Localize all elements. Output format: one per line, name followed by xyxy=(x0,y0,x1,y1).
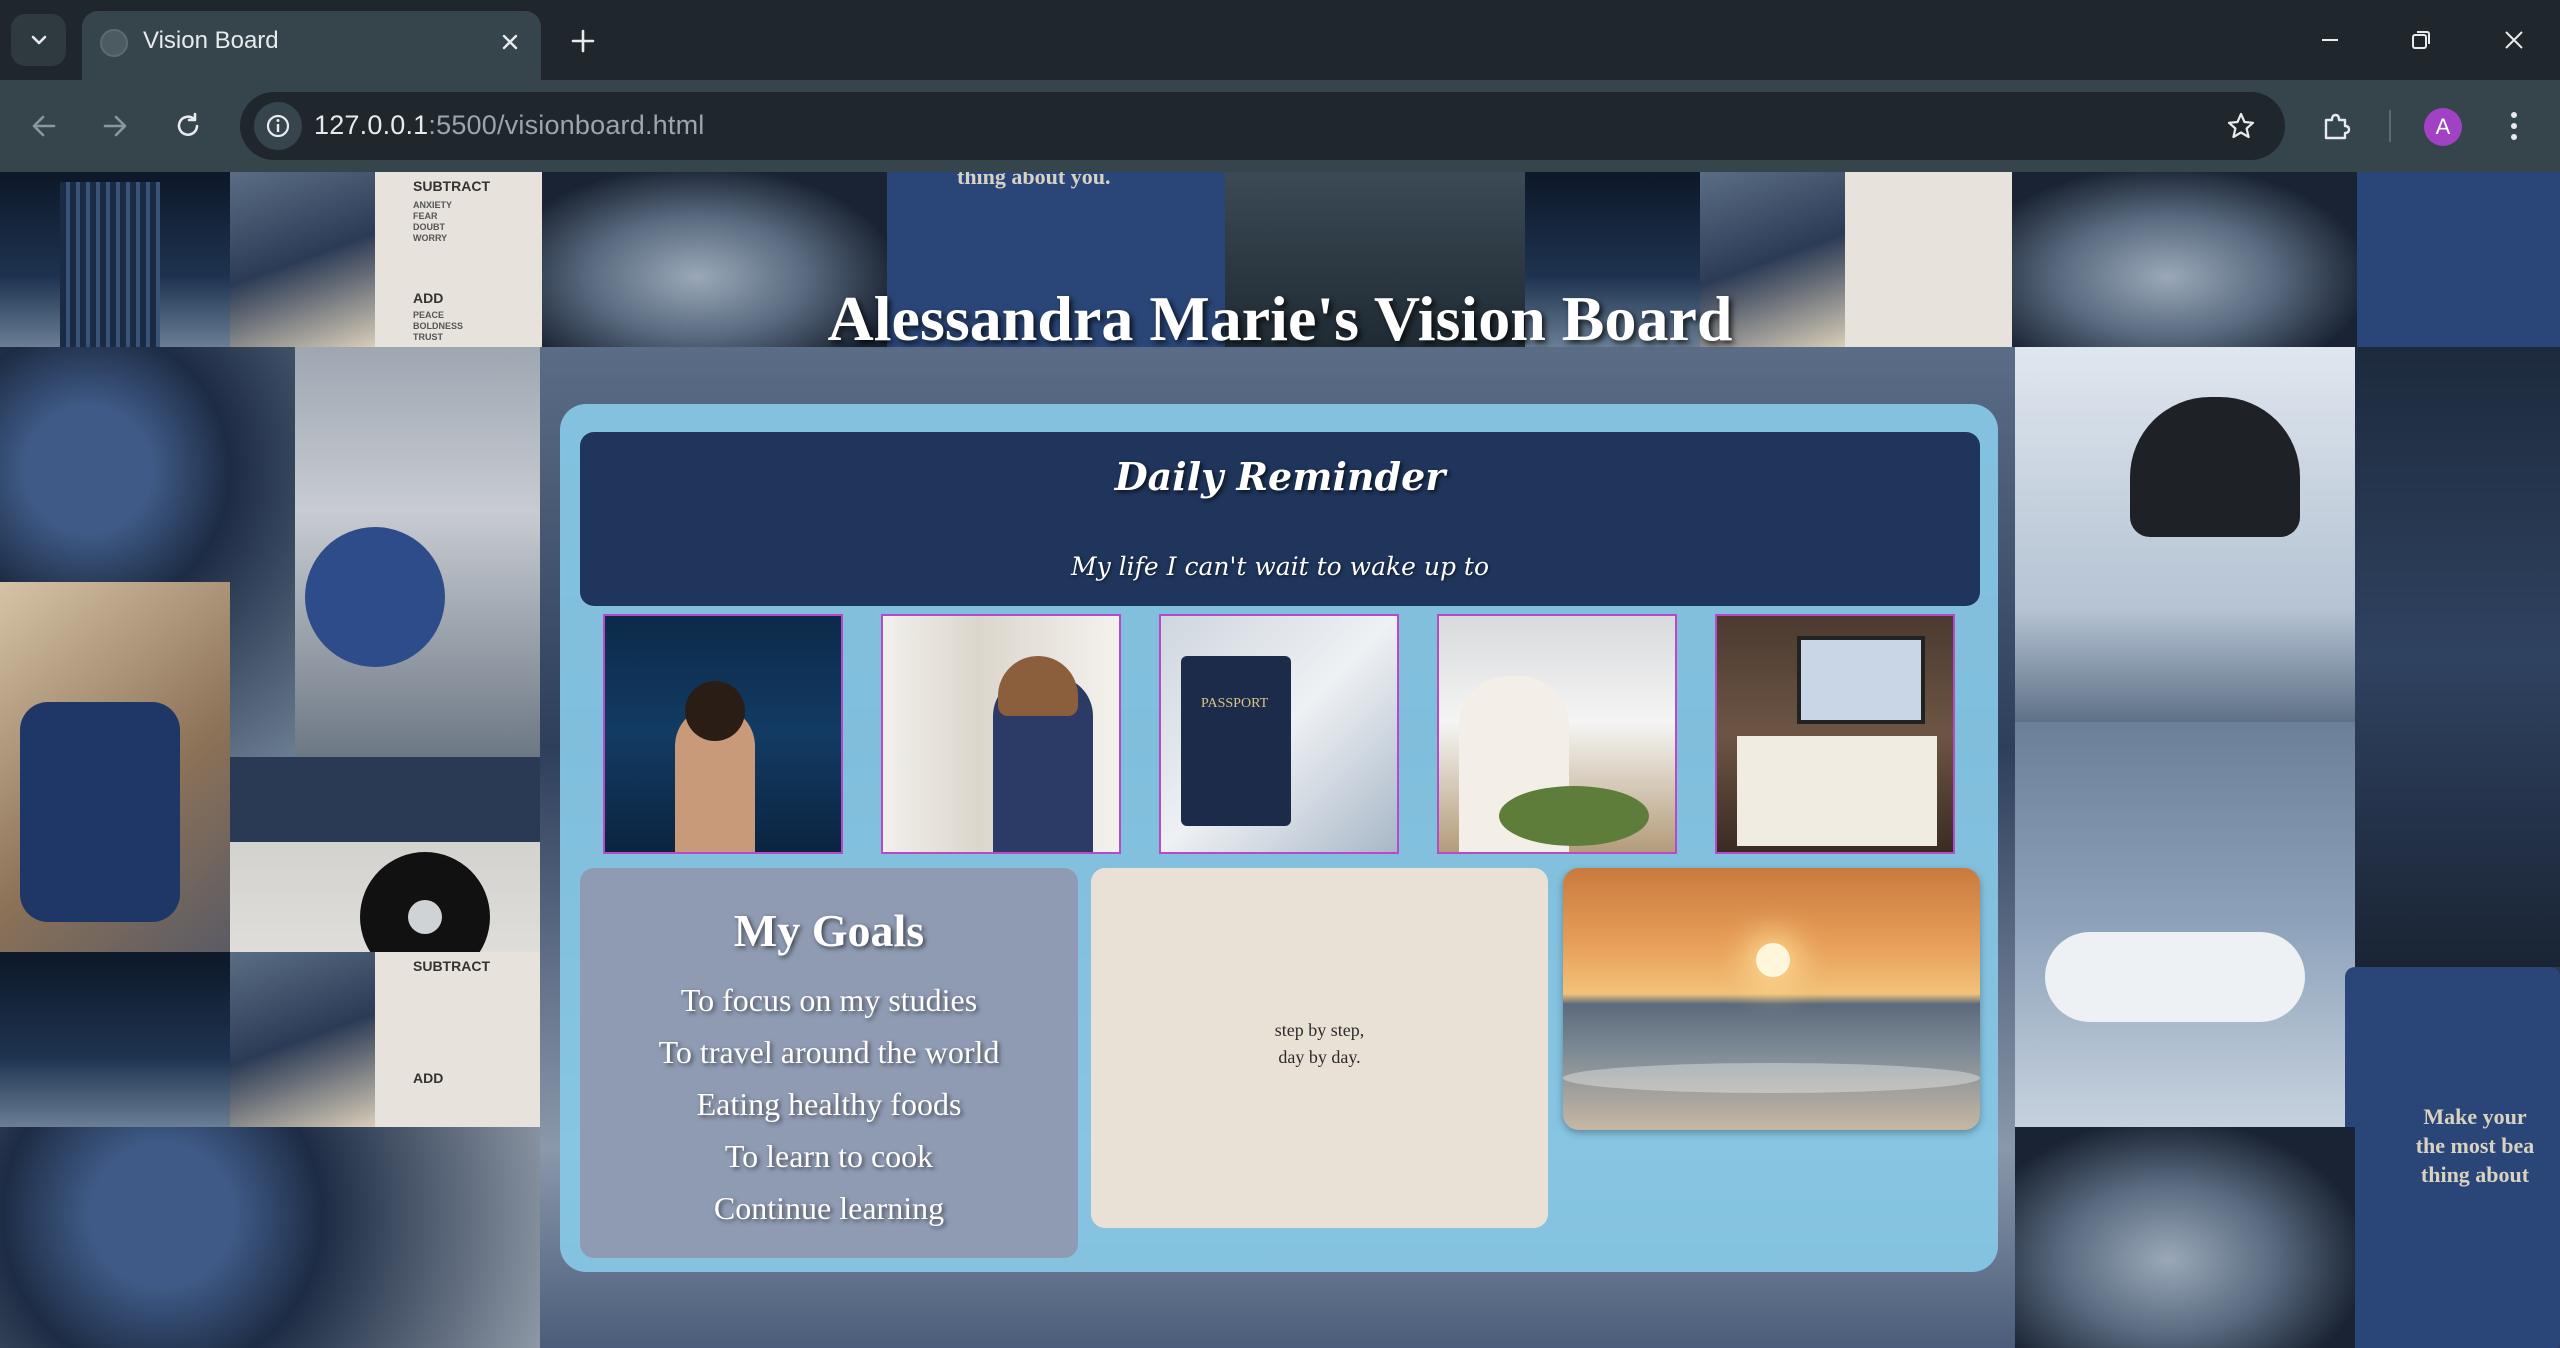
url-text[interactable]: 127.0.0.1:5500/visionboard.html xyxy=(314,110,704,141)
poster-subtract-text: SUBTRACT xyxy=(413,178,490,194)
tab-vision-board[interactable]: Vision Board xyxy=(82,11,541,80)
quote-line-1: step by step, xyxy=(1274,1020,1365,1040)
passport-travel-photo: PASSPORT xyxy=(1159,614,1399,854)
reload-icon xyxy=(177,112,199,136)
browser-toolbar: 127.0.0.1:5500/visionboard.html A xyxy=(0,80,2560,172)
cooking-photo xyxy=(1437,614,1677,854)
poster-subtract-list: ANXIETY FEAR DOUBT WORRY xyxy=(413,200,453,243)
restore-button[interactable] xyxy=(2391,14,2451,66)
sunset-beach-photo xyxy=(1563,868,1980,1130)
bookmark-button[interactable] xyxy=(2221,106,2261,146)
studying-photo xyxy=(1715,614,1955,854)
storefront-image xyxy=(2355,347,2560,967)
reading-by-the-sea-photo xyxy=(603,614,843,854)
plus-icon xyxy=(571,29,595,53)
arrow-left-icon xyxy=(32,115,56,137)
globe-icon xyxy=(100,29,128,57)
browser-tab-strip: Vision Board xyxy=(0,0,2560,80)
graduation-photo xyxy=(881,614,1121,854)
poster-quote-fragment: thing about you. xyxy=(957,172,1111,189)
goal-item: Continue learning xyxy=(713,1190,945,1226)
info-icon xyxy=(266,114,290,138)
page-viewport: SUBTRACT ANXIETY FEAR DOUBT WORRY ADD PE… xyxy=(0,172,2560,1348)
browser-menu-button[interactable] xyxy=(2494,102,2534,150)
arrow-right-icon xyxy=(103,115,127,137)
goal-item: To travel around the world xyxy=(658,1034,1000,1070)
extensions-button[interactable] xyxy=(2312,102,2360,150)
oysters-image xyxy=(295,347,540,757)
quote-card: step by step, day by day. xyxy=(1091,868,1548,1228)
restore-icon xyxy=(2412,31,2430,49)
speedboat-image xyxy=(2015,722,2355,1132)
back-button[interactable] xyxy=(20,102,68,150)
address-bar[interactable]: 127.0.0.1:5500/visionboard.html xyxy=(240,92,2285,160)
subtract-add-poster-3: SUBTRACT ADD xyxy=(230,952,542,1127)
daily-reminder-banner: Daily Reminder My life I can't wait to w… xyxy=(580,432,1980,606)
new-tab-button[interactable] xyxy=(560,18,606,64)
url-host: 127.0.0.1 xyxy=(314,110,429,140)
close-window-button[interactable] xyxy=(2484,14,2544,66)
goals-card: My Goals To focus on my studies To trave… xyxy=(580,868,1078,1258)
close-icon xyxy=(502,34,518,50)
daily-reminder-subtitle: My life I can't wait to wake up to xyxy=(1070,552,1490,581)
url-path: :5500/visionboard.html xyxy=(428,110,705,140)
page-title: Alessandra Marie's Vision Board xyxy=(827,283,1733,354)
more-vertical-icon xyxy=(2511,112,2517,140)
daily-reminder-title: Daily Reminder xyxy=(1114,454,1446,499)
ysl-bag-image xyxy=(2015,347,2355,722)
goal-item: Eating healthy foods xyxy=(696,1086,962,1122)
puzzle-icon xyxy=(2324,113,2351,140)
star-icon xyxy=(2227,112,2255,139)
poster-quote-right: Make your the most bea thing about xyxy=(2415,1104,2535,1187)
toolbar-divider xyxy=(2389,110,2391,142)
tab-search-button[interactable] xyxy=(11,14,66,66)
city-night-image-3 xyxy=(0,952,230,1127)
chevron-down-icon xyxy=(31,35,46,45)
goal-item: To learn to cook xyxy=(724,1138,934,1174)
close-icon xyxy=(2505,31,2523,49)
poster-add-text-2: ADD xyxy=(413,1070,444,1086)
goal-item: To focus on my studies xyxy=(680,982,978,1018)
tab-title: Vision Board xyxy=(143,27,279,54)
minimize-icon xyxy=(2322,39,2338,41)
forward-button[interactable] xyxy=(91,102,139,150)
quote-poster-right: Make your the most bea thing about xyxy=(2345,967,2560,1348)
vision-board-container: Daily Reminder My life I can't wait to w… xyxy=(560,404,1998,1272)
minimize-button[interactable] xyxy=(2300,14,2360,66)
site-info-button[interactable] xyxy=(254,102,302,150)
quote-line-2: day by day. xyxy=(1278,1047,1361,1067)
goals-title: My Goals xyxy=(733,905,925,956)
planet-image-3 xyxy=(2015,1127,2355,1348)
reload-button[interactable] xyxy=(164,102,212,150)
tab-close-button[interactable] xyxy=(493,25,527,59)
profile-avatar[interactable]: A xyxy=(2424,108,2462,146)
blueberries-image-2 xyxy=(0,1127,540,1348)
poster-subtract-text-2: SUBTRACT xyxy=(413,958,490,974)
